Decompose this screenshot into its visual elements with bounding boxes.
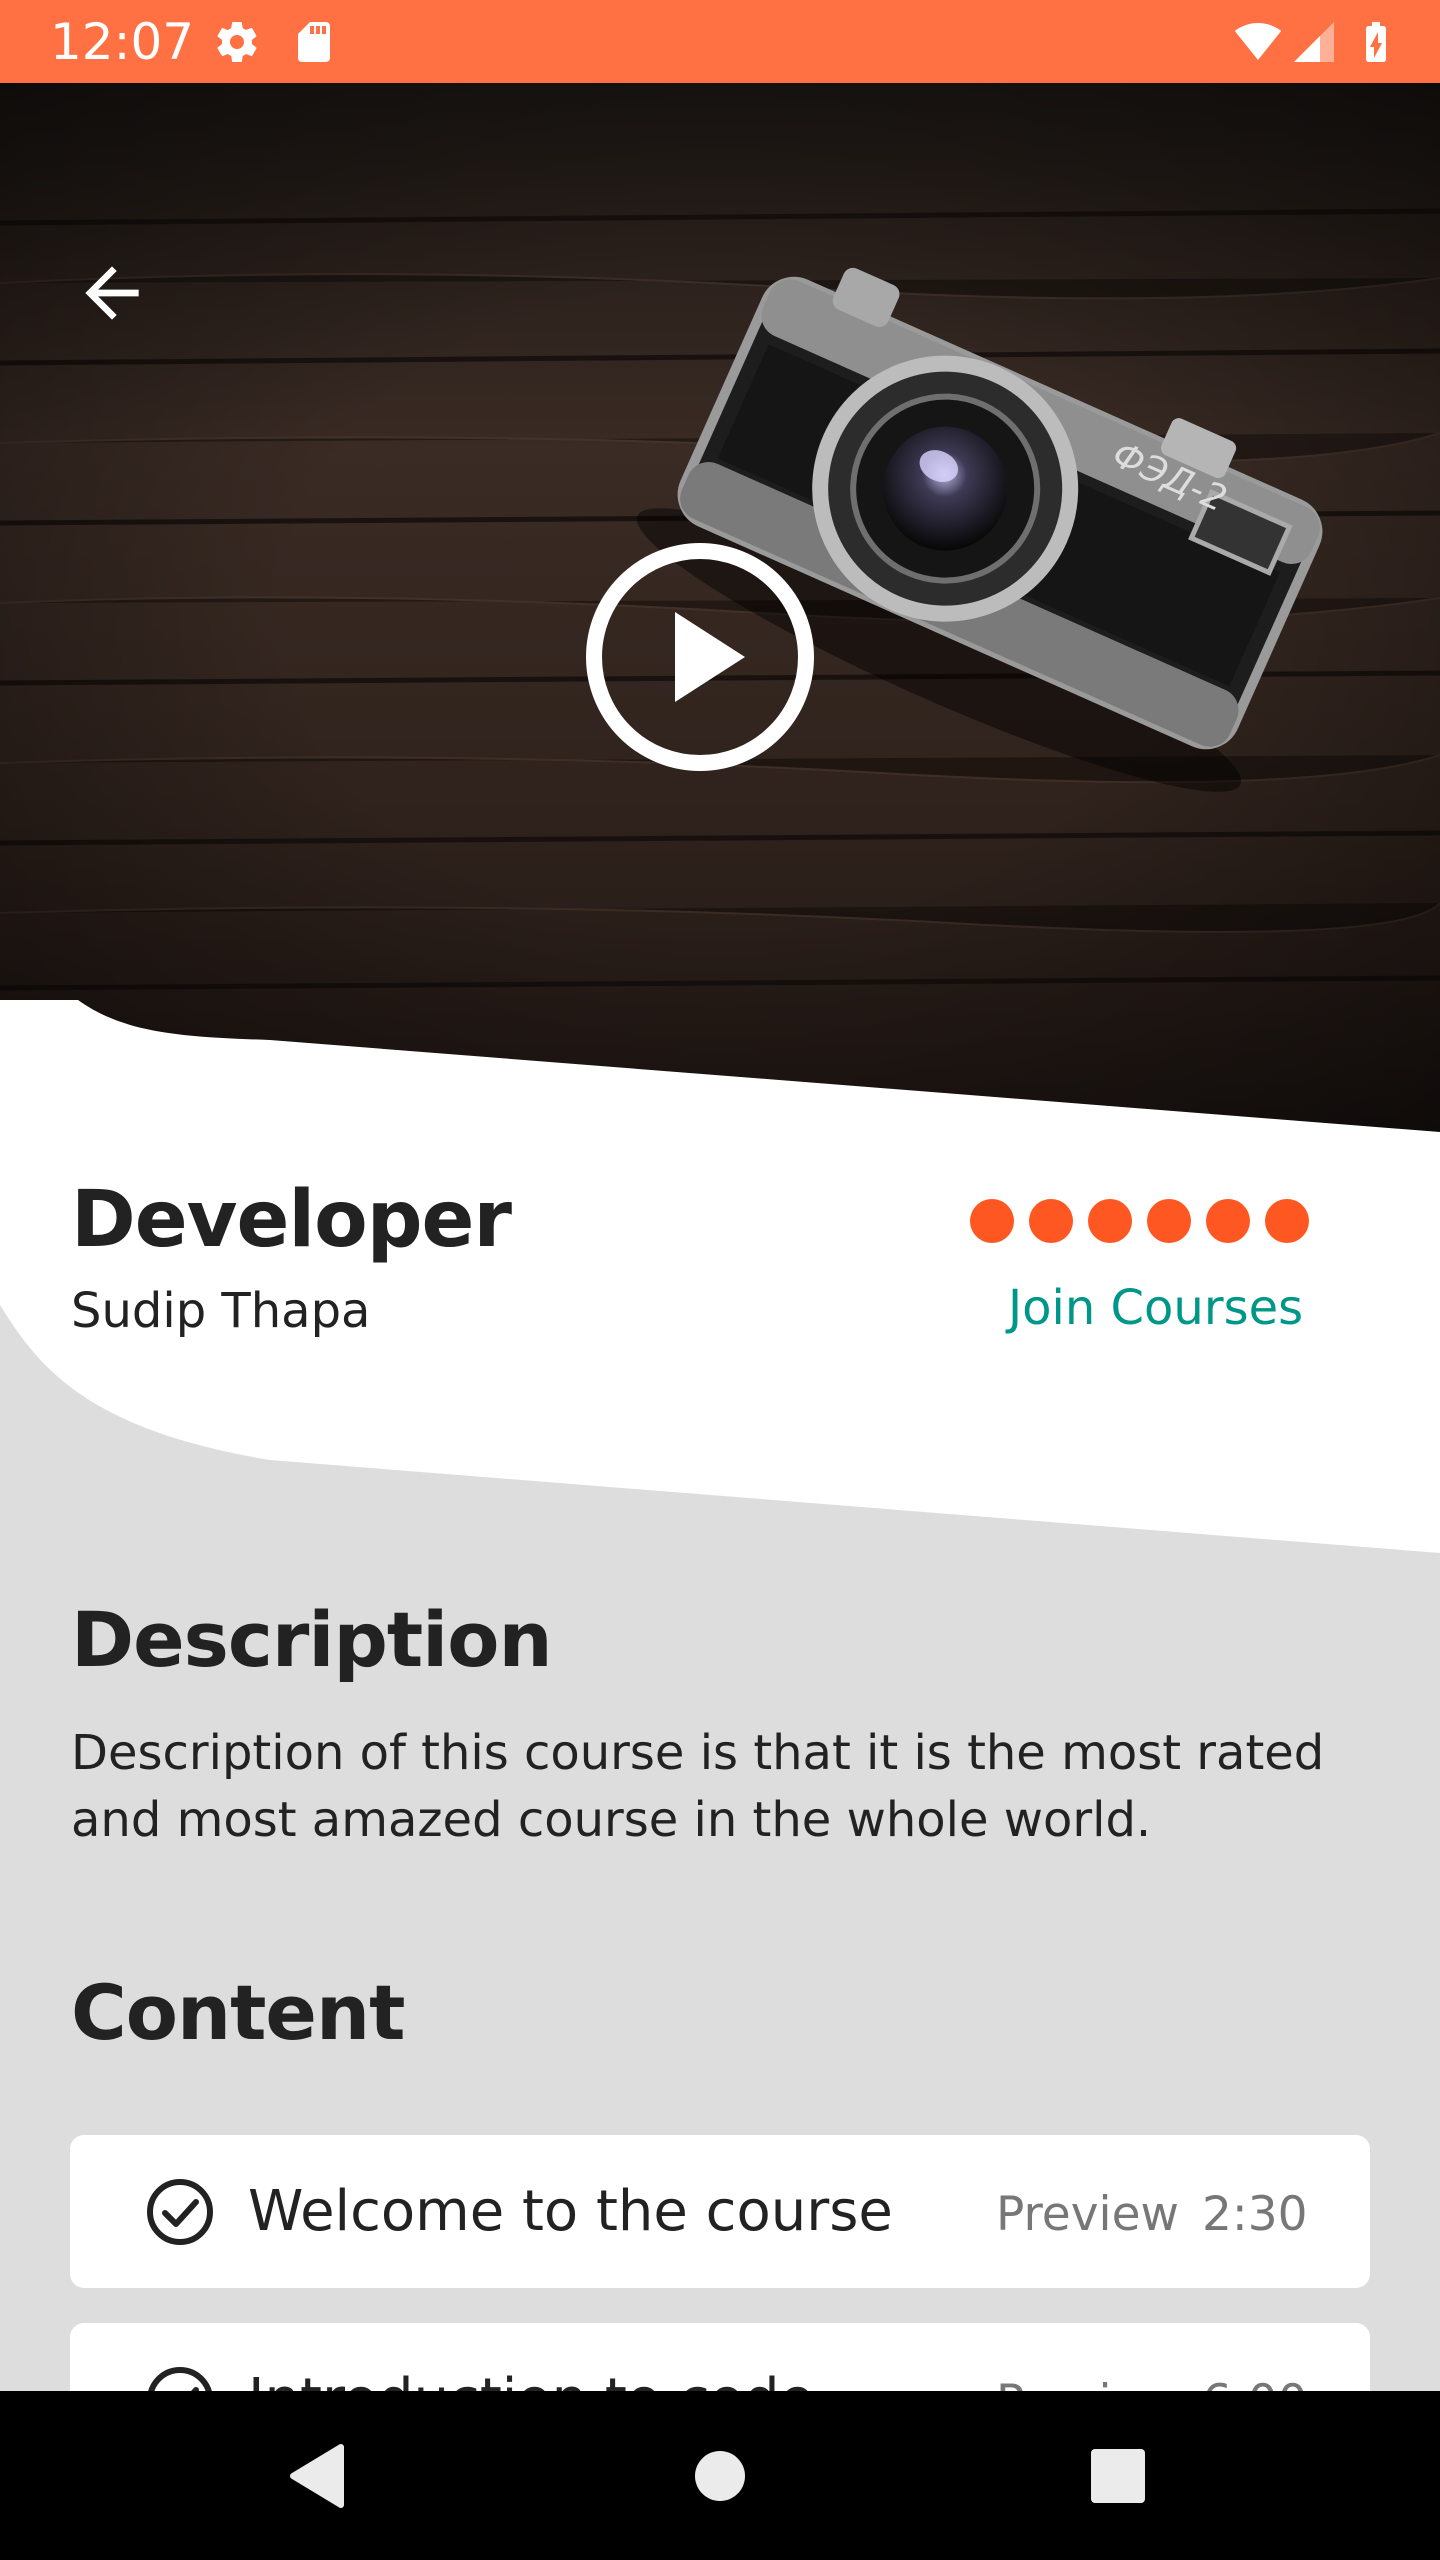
rating-dot xyxy=(1147,1199,1191,1243)
recents-square-icon[interactable] xyxy=(1073,2431,1163,2521)
status-bar: 12:07 xyxy=(0,0,1440,83)
rating-dots xyxy=(970,1199,1320,1243)
battery-charging-icon xyxy=(1366,22,1386,62)
cellular-signal-icon xyxy=(1294,22,1334,62)
arrow-back-icon[interactable] xyxy=(72,253,152,333)
sd-card-icon xyxy=(298,22,330,62)
check-circle-icon xyxy=(147,2179,213,2245)
lesson-title: Welcome to the course xyxy=(248,2179,893,2244)
home-circle-icon[interactable] xyxy=(675,2431,765,2521)
rating-dot xyxy=(1029,1199,1073,1243)
rating-dot xyxy=(1206,1199,1250,1243)
rating-dot xyxy=(970,1199,1014,1243)
rating-dot xyxy=(1265,1199,1309,1243)
course-detail-screen: 12:07 ФЭД-2 Developer Sudip Thapa Join C… xyxy=(0,0,1440,2560)
content-heading: Content xyxy=(71,1968,405,2057)
settings-icon xyxy=(217,22,257,63)
play-circle-icon[interactable] xyxy=(583,540,817,774)
lesson-duration: 2:30 xyxy=(1202,2187,1308,2242)
course-title: Developer xyxy=(71,1175,512,1265)
description-heading: Description xyxy=(71,1595,553,1684)
wifi-icon xyxy=(1234,23,1282,60)
status-time: 12:07 xyxy=(50,13,195,71)
join-courses-link[interactable]: Join Courses xyxy=(1008,1280,1303,1336)
lesson-item[interactable]: Welcome to the course Preview 2:30 xyxy=(70,2135,1370,2288)
rating-dot xyxy=(1088,1199,1132,1243)
back-triangle-icon[interactable] xyxy=(271,2431,361,2521)
description-text: Description of this course is that it is… xyxy=(71,1725,1325,1848)
navigation-bar xyxy=(0,2391,1440,2560)
lesson-preview-label[interactable]: Preview xyxy=(996,2187,1179,2242)
course-hero: ФЭД-2 xyxy=(0,83,1440,1133)
course-author: Sudip Thapa xyxy=(71,1283,371,1339)
